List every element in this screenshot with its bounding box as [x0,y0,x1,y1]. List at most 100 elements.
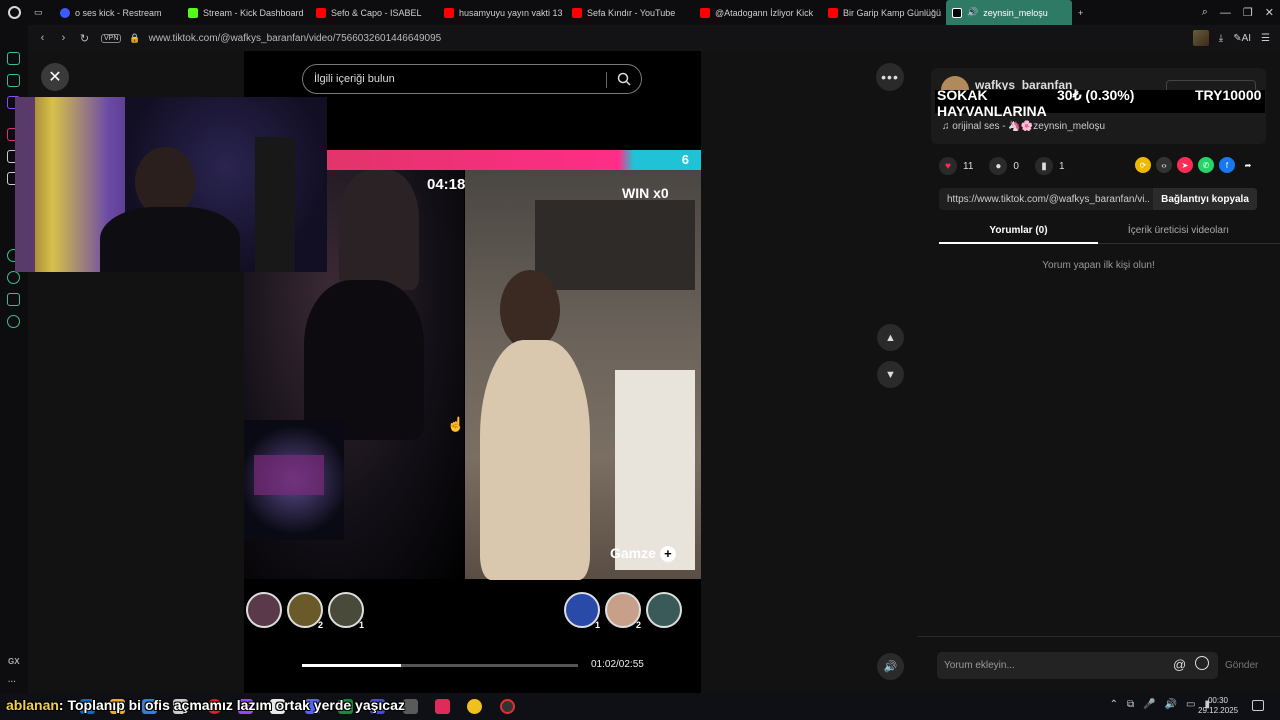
mention-icon[interactable]: @ [1173,657,1186,672]
youtube-icon [700,7,710,18]
tab-garip-kamp[interactable]: Bir Garip Kamp Günlüğü [822,0,946,25]
taskbar-app-icon[interactable] [467,699,482,714]
share-icon[interactable]: ➦ [1240,157,1256,173]
new-tab-button[interactable]: + [1072,0,1092,25]
menu-icon[interactable]: ☰ [1261,33,1270,44]
youtube-icon [444,7,454,18]
volume-icon[interactable]: 🔊 [877,653,904,680]
speaker-icon[interactable]: 🔊 [1165,699,1177,710]
download-icon[interactable]: ⤓ [1219,33,1223,44]
battle-timer: 04:18 [427,176,466,193]
reload-icon[interactable]: ↻ [78,32,91,45]
mouse-cursor-icon: ☝ [447,416,465,432]
profile-thumbnail[interactable] [1192,30,1209,46]
emoji-icon[interactable] [1195,656,1209,670]
address-bar: ‹ › ↻ VPN 🔒 www.tiktok.com/@wafkys_baran… [28,25,1280,51]
dresser [615,370,695,570]
whatsapp-icon[interactable]: ✆ [1198,157,1214,173]
more-options-icon[interactable]: ••• [876,63,904,91]
left-supporters: 2 1 [246,592,364,630]
sound-link[interactable]: ♫ orijinal ses - 🦄🌸zeynsin_meloşu [942,121,1105,132]
previous-video-icon[interactable]: ▲ [877,324,904,351]
engagement-actions: ♥ 11 ● 0 ▮ 1 [939,157,1065,175]
back-icon[interactable]: ‹ [36,32,49,44]
webcam-overlay [15,97,327,272]
send-to-friend-icon[interactable]: ➤ [1177,157,1193,173]
embed-icon[interactable]: ‹› [1156,157,1172,173]
tab-husamyuyu[interactable]: husamyuyu yayın vakti 13 [438,0,566,25]
sidebar-extensions-icon[interactable] [7,293,20,306]
desk-light [254,455,324,495]
url-field[interactable]: www.tiktok.com/@wafkys_baranfan/video/75… [149,33,442,44]
heart-icon[interactable]: ♥ [939,157,957,175]
share-icons: ⟳ ‹› ➤ ✆ f ➦ [1135,157,1256,173]
youtube-icon [316,7,326,18]
follow-plus-icon[interactable]: + [659,546,676,562]
minimize-icon[interactable]: — [1220,7,1231,19]
streamer-figure [339,170,419,290]
search-icon[interactable] [617,72,631,86]
tab-sefo-capo[interactable]: Sefo & Capo - ISABEL [310,0,438,25]
close-icon[interactable]: ✕ [41,63,69,91]
repost-icon[interactable]: ⟳ [1135,157,1151,173]
speaker [255,137,295,272]
battle-score-bar: 6 [327,150,701,170]
supporter-avatar[interactable]: 1 [328,592,364,630]
win-counter: WIN x0 [622,185,669,201]
sidebar-settings-icon[interactable] [7,315,20,328]
chevron-up-icon[interactable]: ⌃ [1110,699,1118,710]
supporter-avatar[interactable]: 1 [564,592,600,630]
facebook-icon[interactable]: f [1219,157,1235,173]
tab-restream[interactable]: o ses kick - Restream [54,0,182,25]
tab-menu-icon[interactable]: ▭ [28,0,54,25]
sidebar-pinboard-icon[interactable] [7,52,20,65]
vpn-badge[interactable]: VPN [101,33,122,43]
notification-icon[interactable] [1252,700,1264,711]
streamer-body [100,207,240,272]
tab-kick-dashboard[interactable]: Stream - Kick Dashboard [182,0,310,25]
tab-tiktok-active[interactable]: 🔊 zeynsin_meloşu [946,0,1072,25]
live-right-stream [465,170,701,580]
tab-comments[interactable]: Yorumlar (0) [939,220,1098,244]
sidebar-tracker-icon[interactable] [7,74,20,87]
close-window-icon[interactable]: ✕ [1265,6,1274,19]
bookmark-icon[interactable]: ▮ [1034,157,1053,175]
network-icon[interactable]: ⧉ [1127,699,1134,710]
supporter-avatar[interactable]: 2 [287,592,323,630]
video-link-field[interactable]: https://www.tiktok.com/@wafkys_baranfan/… [939,188,1257,210]
system-clock[interactable]: 00:30 29.12.2025 [1198,696,1238,716]
taskbar-app-icon[interactable] [403,699,418,714]
guest-name-tag[interactable]: Gamze + [610,545,676,562]
restore-icon[interactable]: ❐ [1243,6,1253,19]
next-video-icon[interactable]: ▼ [877,361,904,388]
monitor-icon[interactable]: ▭ [1186,699,1195,710]
opera-gx-logo[interactable] [0,0,28,25]
tab-sefa-kindir[interactable]: Sefa Kındır - YouTube [566,0,694,25]
ai-button[interactable]: ✎AI [1233,33,1251,44]
sidebar-more-icon[interactable]: ··· [8,677,16,686]
supporter-avatar[interactable]: 2 [605,592,641,630]
supporter-avatar[interactable] [646,592,682,628]
system-tray: ⌃ ⧉ 🎤 🔊 ▭ ▮ [1110,699,1210,710]
forward-icon[interactable]: › [57,32,70,44]
send-button[interactable]: Gönder [1225,660,1258,671]
tab-creator-videos[interactable]: İçerik üreticisi videoları [1099,220,1258,242]
wall-poster [535,200,695,290]
sidebar-history-icon[interactable] [7,271,20,284]
video-time: 01:02/02:55 [591,659,644,670]
window-controls: ⌕ — ❐ ✕ [1202,0,1274,25]
video-progress-bar[interactable] [302,664,578,667]
tab-atadogann[interactable]: @Atadogann İzliyor Kick [694,0,822,25]
sidebar-gx-icon[interactable]: GX [8,657,20,666]
comment-icon[interactable]: ● [989,157,1008,175]
mic-icon[interactable]: 🎤 [1143,699,1155,710]
lock-icon[interactable]: 🔒 [129,33,140,44]
guest-body [480,340,590,580]
taskbar-app-icon[interactable] [500,699,515,714]
search-icon[interactable]: ⌕ [1202,6,1208,19]
taskbar-app-icon[interactable] [435,699,450,714]
supporter-avatar[interactable] [246,592,282,628]
right-panel [918,51,1280,693]
copy-link-button[interactable]: Bağlantıyı kopyala [1153,188,1257,210]
related-search-input[interactable]: İlgili içeriği bulun [302,64,642,94]
